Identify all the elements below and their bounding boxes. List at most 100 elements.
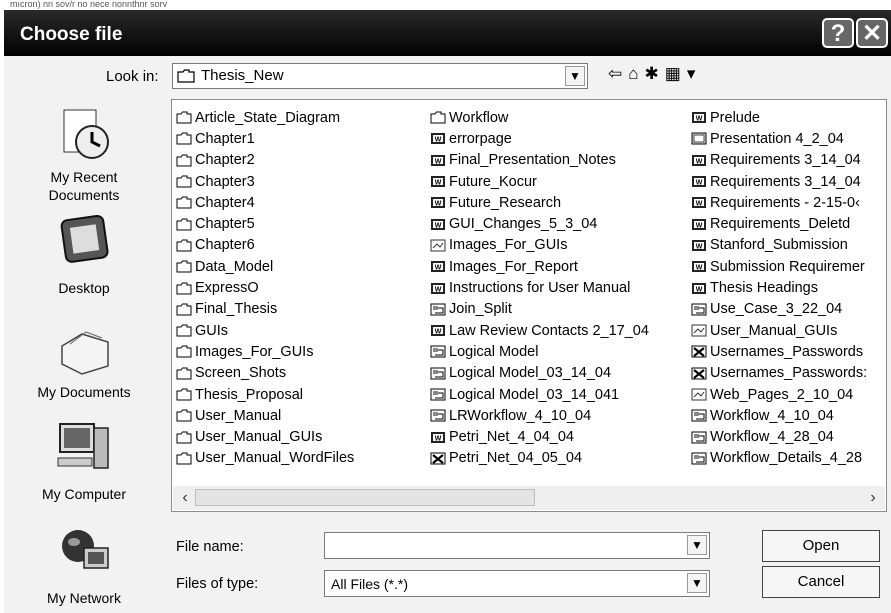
file-item[interactable]: Logical Model [430,341,649,362]
file-item-label: Instructions for User Manual [449,280,631,297]
file-item[interactable]: W Requirements - 2-15-0‹ [691,192,867,213]
folder-item[interactable]: Chapter6 [176,235,354,256]
folder-item[interactable]: Chapter5 [176,213,354,234]
file-type-select[interactable]: All Files (*.*) ▼ [324,570,710,597]
file-item[interactable]: Web_Pages_2_10_04 [691,384,867,405]
file-item[interactable]: W Requirements 3_14_04 [691,171,867,192]
chevron-down-icon[interactable]: ▼ [687,535,707,555]
folder-item[interactable]: User_Manual_GUIs [176,426,354,447]
file-item[interactable]: Workflow_4_28_04 [691,426,867,447]
folder-item[interactable]: Article_State_Diagram [176,107,354,128]
file-item[interactable]: Workflow_4_10_04 [691,405,867,426]
file-item[interactable]: Images_For_GUIs [430,235,649,256]
file-item[interactable]: W Future_Research [430,192,649,213]
folder-icon [176,388,192,401]
word-document-icon: W [431,325,445,337]
places-bar: My Recent Documents Desktop My Documents… [4,96,164,613]
visio-document-icon [691,431,707,444]
scroll-thumb[interactable] [195,489,535,506]
folder-item[interactable]: Chapter2 [176,150,354,171]
folder-icon [176,154,192,167]
file-item[interactable]: Workflow_Details_4_28 [691,448,867,469]
folder-item[interactable]: GUIs [176,320,354,341]
folder-icon [430,111,446,124]
place-my-network[interactable]: My Network [4,522,164,606]
folder-item[interactable]: Chapter4 [176,192,354,213]
file-name-label: File name: [176,539,244,555]
svg-text:W: W [696,116,703,123]
chevron-down-icon[interactable]: ▼ [565,66,585,86]
folder-item[interactable]: Thesis_Proposal [176,384,354,405]
file-item-label: Join_Split [449,301,512,318]
back-icon[interactable]: ⇦ [608,64,628,83]
file-item[interactable]: W Stanford_Submission [691,235,867,256]
chevron-down-icon[interactable]: ▼ [687,573,707,593]
new-folder-icon[interactable]: ✱ [645,64,665,83]
file-item[interactable]: Use_Case_3_22_04 [691,299,867,320]
file-item[interactable]: W Instructions for User Manual [430,277,649,298]
folder-item[interactable]: Chapter3 [176,171,354,192]
file-item[interactable]: W Petri_Net_4_04_04 [430,426,649,447]
file-item[interactable]: User_Manual_GUIs [691,320,867,341]
file-item[interactable]: W Requirements_Deletd [691,213,867,234]
folder-item[interactable]: ExpressO [176,277,354,298]
file-item[interactable]: Logical Model_03_14_04 [430,363,649,384]
place-my-recent-documents[interactable]: My Recent Documents [4,106,164,204]
file-item[interactable]: W Law Review Contacts 2_17_04 [430,320,649,341]
file-item[interactable]: W Future_Kocur [430,171,649,192]
close-button[interactable]: ✕ [856,18,888,48]
file-item-label: Final_Thesis [195,301,278,318]
view-menu-icon[interactable]: ▦▾ [665,64,702,83]
file-item[interactable]: W Images_For_Report [430,256,649,277]
help-button[interactable]: ? [822,18,854,48]
folder-item[interactable]: Workflow [430,107,649,128]
folder-item[interactable]: Chapter1 [176,128,354,149]
up-folder-icon[interactable]: ⌂ [628,64,644,83]
file-item[interactable]: W GUI_Changes_5_3_04 [430,213,649,234]
visio-document-icon [691,409,707,422]
desktop-icon [60,214,109,263]
file-item[interactable]: Join_Split [430,299,649,320]
file-item-label: Workflow_4_28_04 [710,429,834,446]
place-label: My Computer [41,486,127,502]
file-item-label: Chapter3 [195,173,255,190]
file-item[interactable]: Usernames_Passwords: [691,363,867,384]
scan-margin-text: mıcron) nn sov/r no nece nonnthnr sorv [0,0,891,10]
folder-item[interactable]: Images_For_GUIs [176,341,354,362]
look-in-value: Thesis_New [201,67,284,84]
folder-item[interactable]: Final_Thesis [176,299,354,320]
file-item[interactable]: Werrorpage [430,128,649,149]
file-name-input[interactable]: ▼ [324,532,710,559]
file-item[interactable]: W Thesis Headings [691,277,867,298]
folder-item[interactable]: Screen_Shots [176,363,354,384]
folder-item[interactable]: Data_Model [176,256,354,277]
file-item[interactable]: Logical Model_03_14_041 [430,384,649,405]
horizontal-scrollbar[interactable]: ‹ › [173,486,885,510]
file-item-label: Images_For_GUIs [195,343,314,360]
scroll-right-icon[interactable]: › [863,488,883,508]
folder-icon [176,409,192,422]
look-in-dropdown[interactable]: Thesis_New ▼ [172,63,588,89]
file-item[interactable]: W Submission Requiremer [691,256,867,277]
cancel-button[interactable]: Cancel [762,566,880,598]
excel-document-icon [691,345,707,358]
place-my-computer[interactable]: My Computer [4,418,164,502]
file-item[interactable]: Usernames_Passwords [691,341,867,362]
place-my-documents[interactable]: My Documents [4,316,164,400]
folder-item[interactable]: User_Manual_WordFiles [176,448,354,469]
place-desktop[interactable]: Desktop [4,212,164,296]
file-item[interactable]: W Requirements 3_14_04 [691,150,867,171]
file-item[interactable]: W Prelude [691,107,867,128]
scroll-left-icon[interactable]: ‹ [175,488,195,508]
folder-item[interactable]: User_Manual [176,405,354,426]
file-item[interactable]: Petri_Net_04_05_04 [430,448,649,469]
file-item-label: User_Manual [195,407,282,424]
place-label: My Network [47,590,121,606]
word-document-icon: W [692,176,706,188]
open-button[interactable]: Open [762,530,880,562]
folder-icon [176,452,192,465]
file-item[interactable]: W Final_Presentation_Notes [430,150,649,171]
folder-icon [176,345,192,358]
file-item[interactable]: LRWorkflow_4_10_04 [430,405,649,426]
file-item[interactable]: Presentation 4_2_04 [691,128,867,149]
